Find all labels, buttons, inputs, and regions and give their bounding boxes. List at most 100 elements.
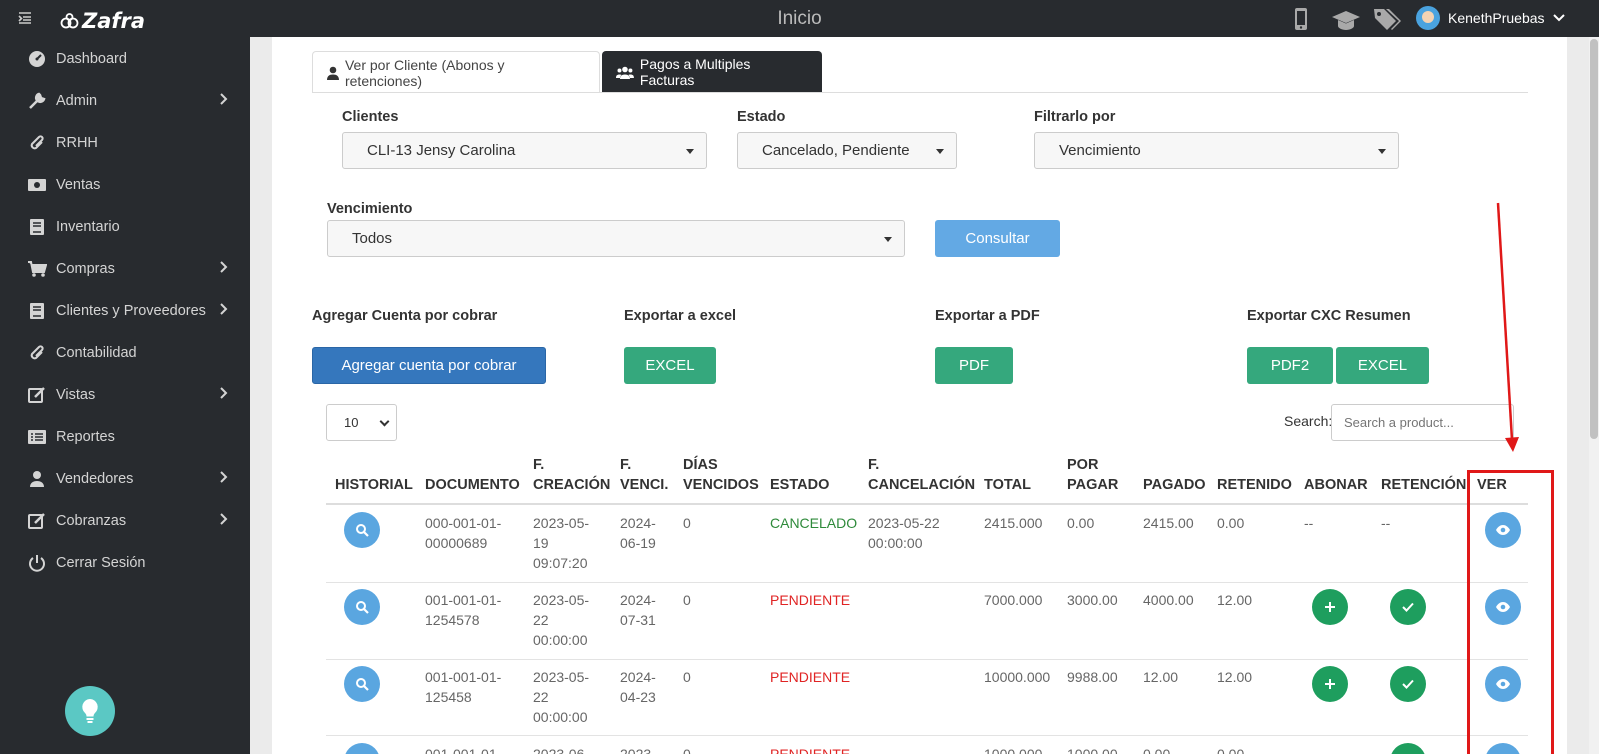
vencimiento-select[interactable]: Todos bbox=[327, 220, 905, 257]
search-input[interactable] bbox=[1331, 404, 1514, 441]
tab-ver-por-cliente[interactable]: Ver por Cliente (Abonos y retenciones) bbox=[312, 51, 600, 93]
th-retenido[interactable]: RETENIDO bbox=[1217, 475, 1292, 495]
tags-icon[interactable] bbox=[1372, 7, 1402, 34]
pdf-button[interactable]: PDF bbox=[935, 347, 1013, 384]
cell-dias: 0 bbox=[683, 515, 691, 531]
sidebar-item-label: RRHH bbox=[56, 135, 98, 151]
chevron-right-icon bbox=[220, 387, 228, 403]
sidebar-item-reportes[interactable]: Reportes bbox=[0, 417, 250, 457]
th-dias-2[interactable]: VENCIDOS bbox=[683, 475, 759, 495]
th-f-venci-1[interactable]: F. bbox=[620, 455, 631, 475]
sidebar-item-label: Vendedores bbox=[56, 471, 134, 487]
cell-por-pagar: 0.00 bbox=[1067, 515, 1095, 531]
vencimiento-label: Vencimiento bbox=[327, 201, 413, 217]
cell-line: 125458 bbox=[425, 689, 472, 705]
sidebar-item-vendedores[interactable]: Vendedores bbox=[0, 459, 250, 499]
cell-documento: 001-001-01- 1254578 bbox=[425, 590, 501, 630]
cell-venci: 2024- 04-23 bbox=[620, 667, 656, 707]
chevron-right-icon bbox=[220, 471, 228, 487]
sidebar-item-label: Admin bbox=[56, 93, 98, 109]
sidebar-item-rrhh[interactable]: RRHH bbox=[0, 123, 250, 163]
abonar-button[interactable] bbox=[1312, 666, 1348, 702]
exportar-cxc-label: Exportar CXC Resumen bbox=[1247, 308, 1411, 324]
th-f-creacion-2[interactable]: CREACIÓN bbox=[533, 475, 610, 495]
sidebar-item-vistas[interactable]: Vistas bbox=[0, 375, 250, 415]
page-scrollbar[interactable] bbox=[1589, 37, 1599, 754]
sidebar-item-contabilidad[interactable]: Contabilidad bbox=[0, 333, 250, 373]
sidebar-item-ventas[interactable]: Ventas bbox=[0, 165, 250, 205]
tab-pagos-multiples[interactable]: Pagos a Multiples Facturas bbox=[602, 51, 822, 93]
abonar-button[interactable] bbox=[1312, 589, 1348, 625]
sidebar-item-cobranzas[interactable]: Cobranzas bbox=[0, 501, 250, 541]
exportar-pdf-label: Exportar a PDF bbox=[935, 308, 1040, 324]
th-f-creacion-1[interactable]: F. bbox=[533, 455, 544, 475]
historial-button[interactable] bbox=[344, 589, 380, 625]
th-f-cancel-2[interactable]: CANCELACIÓN bbox=[868, 475, 975, 495]
sidebar-item-compras[interactable]: Compras bbox=[0, 249, 250, 289]
cell-creacion: 2023-05- 22 00:00:00 bbox=[533, 590, 589, 650]
th-total[interactable]: TOTAL bbox=[984, 475, 1031, 495]
historial-button[interactable] bbox=[344, 666, 380, 702]
caret-down-icon bbox=[884, 237, 892, 242]
cxc-excel-button[interactable]: EXCEL bbox=[1336, 347, 1429, 384]
search-icon bbox=[356, 601, 369, 614]
th-por-pagar-1[interactable]: POR bbox=[1067, 455, 1098, 475]
page-length-select[interactable]: 10 bbox=[326, 404, 397, 441]
vencimiento-select-value: Todos bbox=[352, 230, 393, 247]
th-documento[interactable]: DOCUMENTO bbox=[425, 475, 520, 495]
chevron-right-icon bbox=[220, 303, 228, 319]
sidebar-item-admin[interactable]: Admin bbox=[0, 81, 250, 121]
th-estado[interactable]: ESTADO bbox=[770, 475, 829, 495]
search-label: Search: bbox=[1284, 413, 1333, 429]
graduation-cap-icon[interactable] bbox=[1331, 9, 1361, 34]
lightbulb-button[interactable] bbox=[65, 686, 115, 736]
cell-line: 000-001-01- bbox=[425, 515, 502, 531]
power-icon bbox=[27, 553, 47, 573]
row-divider bbox=[326, 582, 1528, 583]
th-retencion[interactable]: RETENCIÓN bbox=[1381, 475, 1466, 495]
clientes-select[interactable]: CLI-13 Jensy Carolina bbox=[342, 132, 707, 169]
cell-venci: 2023- bbox=[620, 746, 656, 754]
cell-retenido: 12.00 bbox=[1217, 669, 1253, 685]
excel-button[interactable]: EXCEL bbox=[624, 347, 716, 384]
filtrar-select[interactable]: Vencimiento bbox=[1034, 132, 1399, 169]
retencion-button[interactable] bbox=[1390, 666, 1426, 702]
scrollbar-thumb[interactable] bbox=[1590, 39, 1598, 439]
historial-button[interactable] bbox=[344, 512, 380, 548]
chevron-right-icon bbox=[220, 261, 228, 277]
row-divider bbox=[326, 735, 1528, 736]
th-f-cancel-1[interactable]: F. bbox=[868, 455, 879, 475]
sidebar-item-dashboard[interactable]: Dashboard bbox=[0, 39, 250, 79]
th-dias-1[interactable]: DÍAS bbox=[683, 455, 718, 475]
retencion-button[interactable] bbox=[1390, 589, 1426, 625]
users-icon bbox=[616, 66, 634, 79]
th-f-venci-2[interactable]: VENCI. bbox=[620, 475, 668, 495]
th-historial[interactable]: HISTORIAL bbox=[335, 475, 413, 495]
book-icon bbox=[27, 217, 47, 237]
cell-line: 04-23 bbox=[620, 689, 656, 705]
th-pagado[interactable]: PAGADO bbox=[1143, 475, 1206, 495]
cell-por-pagar: 9988.00 bbox=[1067, 669, 1118, 685]
sidebar-item-clientes-proveedores[interactable]: Clientes y Proveedores bbox=[0, 291, 250, 331]
cell-creacion: 2023-06- bbox=[533, 746, 590, 754]
cell-line: 2023-05- bbox=[533, 592, 590, 608]
th-por-pagar-2[interactable]: PAGAR bbox=[1067, 475, 1118, 495]
cell-por-pagar: 1000.00 bbox=[1067, 746, 1118, 754]
sidebar-item-label: Reportes bbox=[56, 429, 115, 445]
mobile-icon[interactable] bbox=[1293, 7, 1309, 34]
cell-retenido: 0.00 bbox=[1217, 515, 1245, 531]
consultar-button[interactable]: Consultar bbox=[935, 220, 1060, 257]
th-abonar[interactable]: ABONAR bbox=[1304, 475, 1368, 495]
menu-toggle-icon[interactable] bbox=[18, 11, 32, 25]
agregar-cuenta-button[interactable]: Agregar cuenta por cobrar bbox=[312, 347, 546, 384]
cell-pagado: 0.00 bbox=[1143, 746, 1171, 754]
cell-line: 00:00:00 bbox=[533, 632, 588, 648]
logo[interactable]: Zafra bbox=[60, 9, 145, 33]
cell-line: 22 bbox=[533, 612, 549, 628]
pdf2-button[interactable]: PDF2 bbox=[1247, 347, 1333, 384]
sidebar-item-inventario[interactable]: Inventario bbox=[0, 207, 250, 247]
user-menu[interactable]: KenethPruebas bbox=[1416, 6, 1565, 30]
cell-line: 2024- bbox=[620, 669, 656, 685]
sidebar-item-cerrar-sesion[interactable]: Cerrar Sesión bbox=[0, 543, 250, 583]
estado-select[interactable]: Cancelado, Pendiente bbox=[737, 132, 957, 169]
